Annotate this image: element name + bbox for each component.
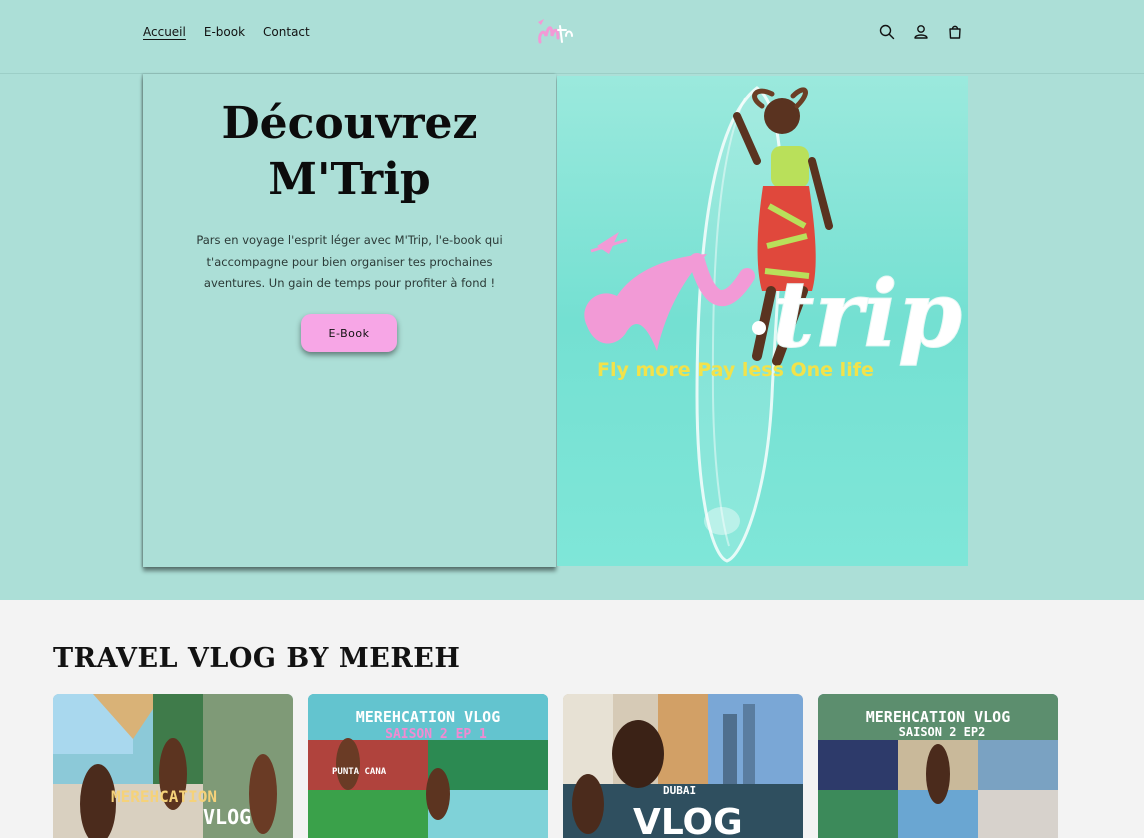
- vlog-card-3[interactable]: VLOG DUBAI: [563, 694, 803, 838]
- vlog-card-1-caption-2: VLOG: [203, 805, 251, 829]
- nav-link-accueil[interactable]: Accueil: [143, 25, 186, 39]
- account-icon[interactable]: [912, 23, 930, 41]
- site-header: Accueil E-book Contact: [0, 0, 1144, 74]
- site-logo[interactable]: [532, 16, 576, 48]
- ebook-button[interactable]: E-Book: [301, 314, 397, 352]
- nav-link-ebook[interactable]: E-book: [204, 25, 245, 39]
- vlog-section-title: TRAVEL VLOG BY MEREH: [53, 643, 461, 674]
- hero-image: trip Fly more Pay less One life: [557, 76, 968, 566]
- hero-text-panel: Découvrez M'Trip Pars en voyage l'esprit…: [143, 74, 556, 567]
- hero-description: Pars en voyage l'esprit léger avec M'Tri…: [196, 233, 503, 290]
- vlog-card-4[interactable]: MEREHCATION VLOG SAISON 2 EP2: [818, 694, 1058, 838]
- search-icon[interactable]: [878, 23, 896, 41]
- hero-title-line-1: Découvrez: [221, 98, 478, 149]
- hero-image-tagline: Fly more Pay less One life: [597, 359, 874, 381]
- vlog-card-1-caption: MEREHCATION: [111, 787, 217, 806]
- vlog-card-4-caption: MEREHCATION VLOG: [866, 708, 1011, 726]
- hero-banner: Découvrez M'Trip Pars en voyage l'esprit…: [0, 74, 1144, 600]
- vlog-card-3-caption: VLOG: [633, 802, 743, 838]
- vlog-card-2-tag: PUNTA CANA: [332, 767, 387, 777]
- cart-icon[interactable]: [946, 23, 964, 41]
- header-actions: [878, 23, 964, 41]
- vlog-card-2-caption: MEREHCATION VLOG: [356, 708, 501, 726]
- vlog-card-4-subcaption: SAISON 2 EP2: [899, 725, 986, 739]
- hero-image-brand: trip: [772, 260, 962, 368]
- vlog-card-2-subcaption: SAISON 2 EP 1: [385, 727, 487, 742]
- vlog-card-2[interactable]: MEREHCATION VLOG SAISON 2 EP 1 PUNTA CAN…: [308, 694, 548, 838]
- nav-link-contact[interactable]: Contact: [263, 25, 310, 39]
- main-nav: Accueil E-book Contact: [143, 25, 310, 39]
- vlog-card-1[interactable]: MEREHCATION VLOG: [53, 694, 293, 838]
- hero-title: Découvrez M'Trip: [143, 96, 556, 208]
- hero-title-line-2: M'Trip: [268, 154, 431, 205]
- vlog-card-3-tag: DUBAI: [663, 784, 696, 797]
